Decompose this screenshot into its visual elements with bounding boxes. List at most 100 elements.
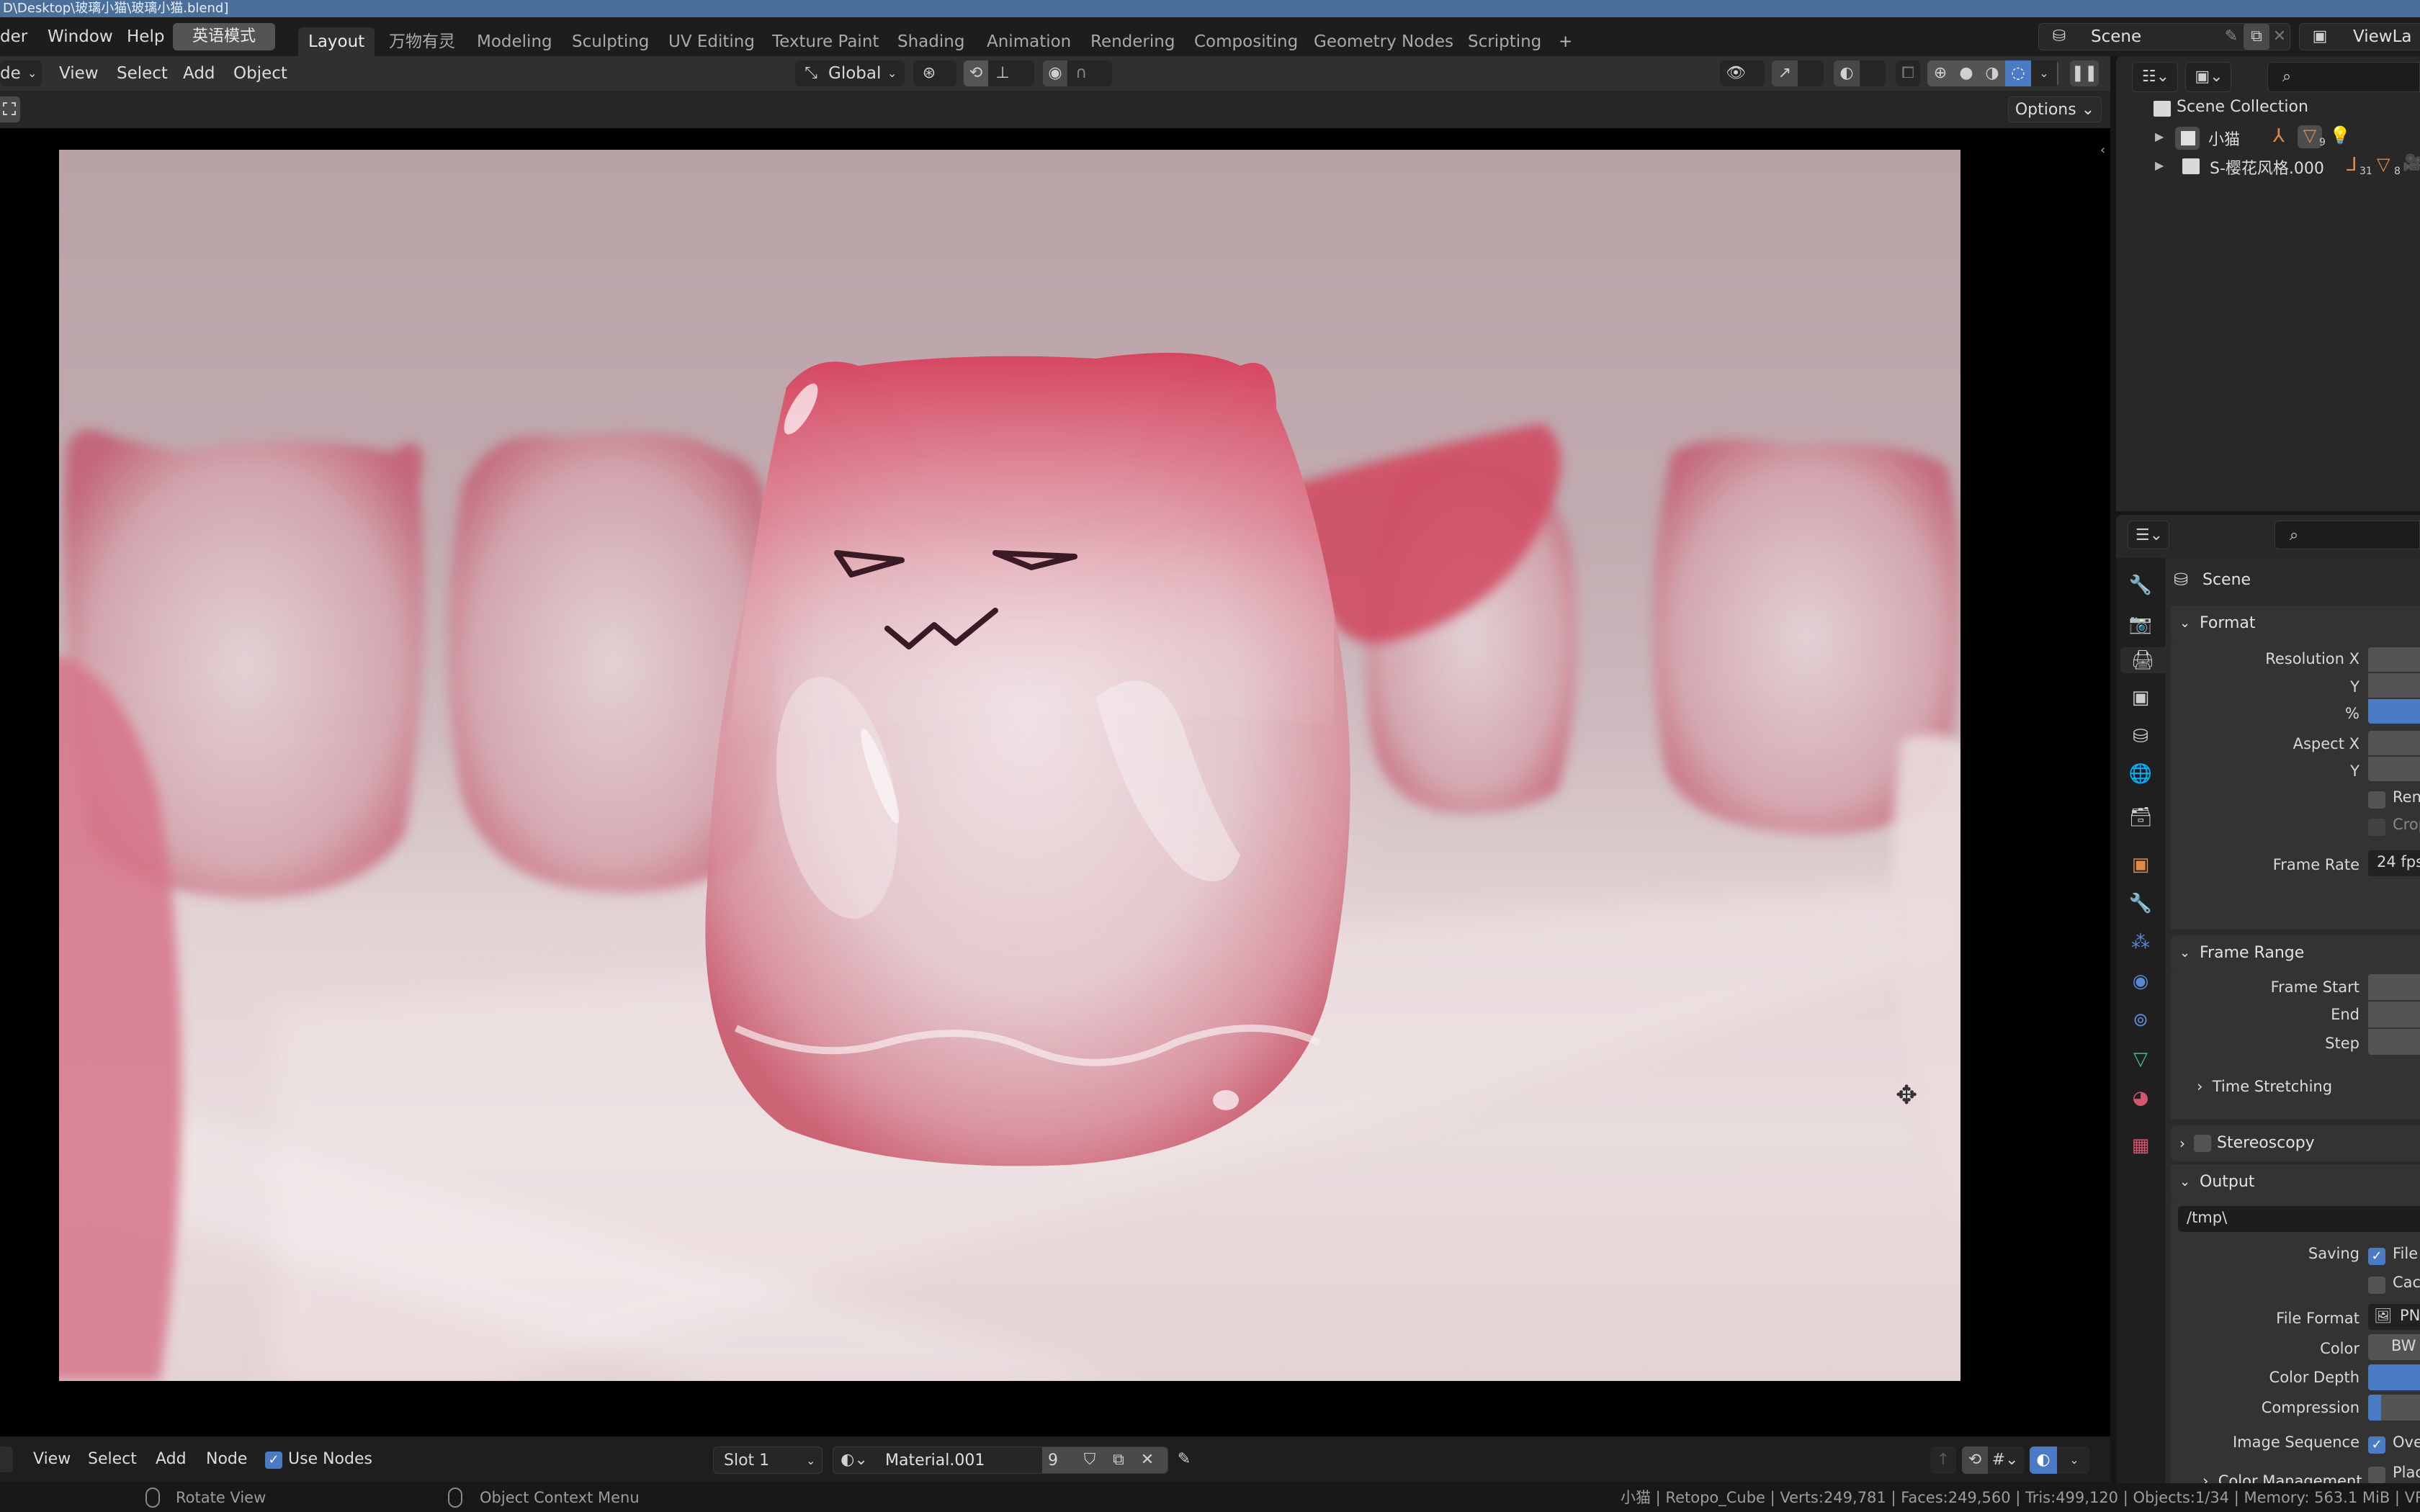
cache-result-checkbox[interactable] xyxy=(2368,1277,2385,1294)
menu-add[interactable]: Add xyxy=(183,63,215,84)
particles-tab-icon[interactable]: ⁂ xyxy=(2128,930,2154,955)
mode-dropdown[interactable]: de ⌄ xyxy=(0,60,42,86)
tab-uv-editing[interactable]: UV Editing xyxy=(658,27,765,56)
outliner-search-input[interactable]: ⌕ xyxy=(2267,62,2420,92)
menu-view[interactable]: View xyxy=(33,1449,71,1470)
color-depth-8-option[interactable]: 8 xyxy=(2368,1364,2420,1390)
xray-toggle[interactable]: ⧠ xyxy=(1896,60,1920,86)
view-layer-tab-icon[interactable]: ▣ xyxy=(2128,685,2154,711)
tab-animation[interactable]: Animation xyxy=(977,27,1081,56)
pin-icon[interactable]: ✎ xyxy=(2220,24,2242,50)
crop-checkbox[interactable] xyxy=(2368,819,2385,836)
overlays-toggle[interactable]: ◐ xyxy=(1834,60,1886,86)
snap-grid-icon[interactable]: #⌄ xyxy=(1989,1446,2021,1474)
overwrite-checkbox[interactable]: ✓ xyxy=(2368,1436,2385,1454)
tab-modeling[interactable]: Modeling xyxy=(467,27,563,56)
view-layer-name[interactable]: ViewLa xyxy=(2353,25,2412,48)
render-region-checkbox[interactable] xyxy=(2368,791,2385,809)
frame-end-field[interactable] xyxy=(2368,1002,2420,1027)
scene-collection-label[interactable]: Scene Collection xyxy=(2177,98,2308,116)
file-format-dropdown[interactable]: 🖼 PNG xyxy=(2368,1304,2420,1330)
material-tab-icon[interactable]: ◕ xyxy=(2128,1085,2154,1111)
frame-range-panel-header[interactable]: ⌄ Frame Range xyxy=(2171,935,2420,971)
snap-icon[interactable]: ⟲ xyxy=(1962,1446,1988,1474)
menu-view[interactable]: View xyxy=(59,63,99,84)
render-tab-icon[interactable]: 📷 xyxy=(2128,611,2154,637)
compression-slider[interactable] xyxy=(2368,1395,2420,1421)
tab-shading[interactable]: Shading xyxy=(887,27,974,56)
frame-rate-dropdown[interactable]: 24 fps xyxy=(2368,850,2420,876)
output-tab-icon[interactable]: 🖨 xyxy=(2120,647,2165,673)
add-workspace-button[interactable]: + xyxy=(1549,27,1582,56)
pin-icon[interactable]: ✎ xyxy=(1171,1446,1197,1472)
constraints-tab-icon[interactable]: ⊚ xyxy=(2128,1007,2154,1033)
menu-select[interactable]: Select xyxy=(117,63,168,84)
light-icon[interactable]: 💡 xyxy=(2329,125,2351,145)
stereoscopy-panel-header[interactable]: › Stereoscopy xyxy=(2171,1125,2420,1161)
material-user-count[interactable]: 9 xyxy=(1048,1450,1058,1472)
filter-layers-dropdown[interactable]: ▣⌄ xyxy=(2185,62,2231,92)
frame-step-field[interactable] xyxy=(2368,1029,2420,1055)
tab-layout[interactable]: Layout xyxy=(298,27,375,56)
proportional-edit-icon[interactable]: ◉ xyxy=(1043,60,1067,86)
time-stretching-subpanel[interactable]: › Time Stretching xyxy=(2197,1078,2332,1095)
output-panel-header[interactable]: ⌄ Output xyxy=(2171,1164,2420,1200)
scene-name[interactable]: Scene xyxy=(2091,25,2141,48)
chevron-down-icon[interactable]: ⌄ xyxy=(2031,60,2057,86)
menu-render[interactable]: der xyxy=(0,26,27,48)
fake-user-shield-icon[interactable]: ⛉ xyxy=(1077,1447,1103,1473)
menu-object[interactable]: Object xyxy=(233,63,287,84)
display-mode-dropdown[interactable]: ☷⌄ xyxy=(2132,62,2178,92)
wireframe-shading-icon[interactable]: ⊕ xyxy=(1927,60,1953,86)
modifier-tab-icon[interactable]: 🔧 xyxy=(2128,891,2154,917)
menu-node[interactable]: Node xyxy=(206,1449,247,1470)
output-path-input[interactable]: /tmp\ xyxy=(2178,1206,2420,1232)
tab-sculpting[interactable]: Sculpting xyxy=(562,27,659,56)
3d-viewport[interactable]: ✥ ‹ xyxy=(0,128,2110,1436)
sidebar-toggle-icon[interactable]: ‹ xyxy=(2100,143,2105,158)
expand-arrow-icon[interactable]: ▶ xyxy=(2155,130,2164,143)
outliner-row[interactable]: ▶ 小猫 ⅄ ▽ 9 💡 xyxy=(2116,124,2420,153)
file-extensions-checkbox[interactable]: ✓ xyxy=(2368,1248,2385,1265)
node-overlays-group[interactable]: ◐ ⌄ xyxy=(2030,1446,2090,1474)
material-sphere-icon[interactable]: ◐⌄ xyxy=(836,1447,872,1473)
snap-icon[interactable]: ⟲ xyxy=(964,60,988,86)
properties-search-input[interactable]: ⌕ xyxy=(2275,521,2420,549)
collection-name[interactable]: 小猫 xyxy=(2208,127,2240,150)
texture-tab-icon[interactable]: ▦ xyxy=(2128,1133,2154,1158)
proportional-edit-group[interactable]: ◉ ∩ xyxy=(1043,60,1112,86)
tab-rendering[interactable]: Rendering xyxy=(1080,27,1185,56)
collection-tab-icon[interactable]: 🗃 xyxy=(2128,804,2154,830)
tab-wanwu[interactable]: 万物有灵 xyxy=(379,27,465,56)
overlays-icon[interactable]: ◐ xyxy=(2030,1446,2057,1474)
color-bw-option[interactable]: BW xyxy=(2368,1334,2420,1360)
physics-tab-icon[interactable]: ◉ xyxy=(2128,968,2154,994)
slot-dropdown[interactable]: Slot 1 ⌄ xyxy=(713,1446,823,1474)
editor-type-dropdown[interactable]: ☰⌄ xyxy=(2128,521,2169,549)
scene-tab-icon[interactable]: ⛁ xyxy=(2128,724,2154,750)
snapping-group[interactable]: ⟲ ⊥ xyxy=(964,60,1034,86)
armature-icon[interactable]: ⅃ xyxy=(2347,154,2357,176)
duplicate-material-icon[interactable]: ⧉ xyxy=(1106,1447,1131,1473)
menu-window[interactable]: Window xyxy=(48,26,113,48)
object-tab-icon[interactable]: ▣ xyxy=(2128,852,2154,878)
expand-arrow-icon[interactable]: ▶ xyxy=(2155,158,2164,172)
scene-selector[interactable]: ⛁ Scene ✎ ⧉ ✕ xyxy=(2038,23,2290,50)
pivot-point-dropdown[interactable]: ⊛ xyxy=(913,60,956,86)
menu-help[interactable]: Help xyxy=(127,26,164,48)
gizmo-toggle[interactable]: ↗ xyxy=(1772,60,1824,86)
format-panel-header[interactable]: ⌄ Format xyxy=(2171,606,2420,642)
falloff-icon[interactable]: ∩ xyxy=(1069,60,1093,86)
resolution-percent-slider[interactable] xyxy=(2368,699,2420,724)
material-preview-icon[interactable]: ◑ xyxy=(1979,60,2005,86)
collection-name[interactable]: S-樱花风格.000 xyxy=(2210,156,2324,179)
menu-add[interactable]: Add xyxy=(156,1449,187,1470)
shading-mode-group[interactable]: ⊕ ● ◑ ◌ ⌄ xyxy=(1927,60,2058,86)
chevron-down-icon[interactable]: ⌄ xyxy=(2061,1446,2087,1474)
rendered-shading-icon[interactable]: ◌ xyxy=(2005,60,2031,86)
tab-texture-paint[interactable]: Texture Paint xyxy=(762,27,889,56)
tab-compositing[interactable]: Compositing xyxy=(1184,27,1308,56)
resolution-y-field[interactable] xyxy=(2368,673,2420,698)
placeholders-checkbox[interactable] xyxy=(2368,1467,2385,1483)
tab-scripting[interactable]: Scripting xyxy=(1458,27,1551,56)
